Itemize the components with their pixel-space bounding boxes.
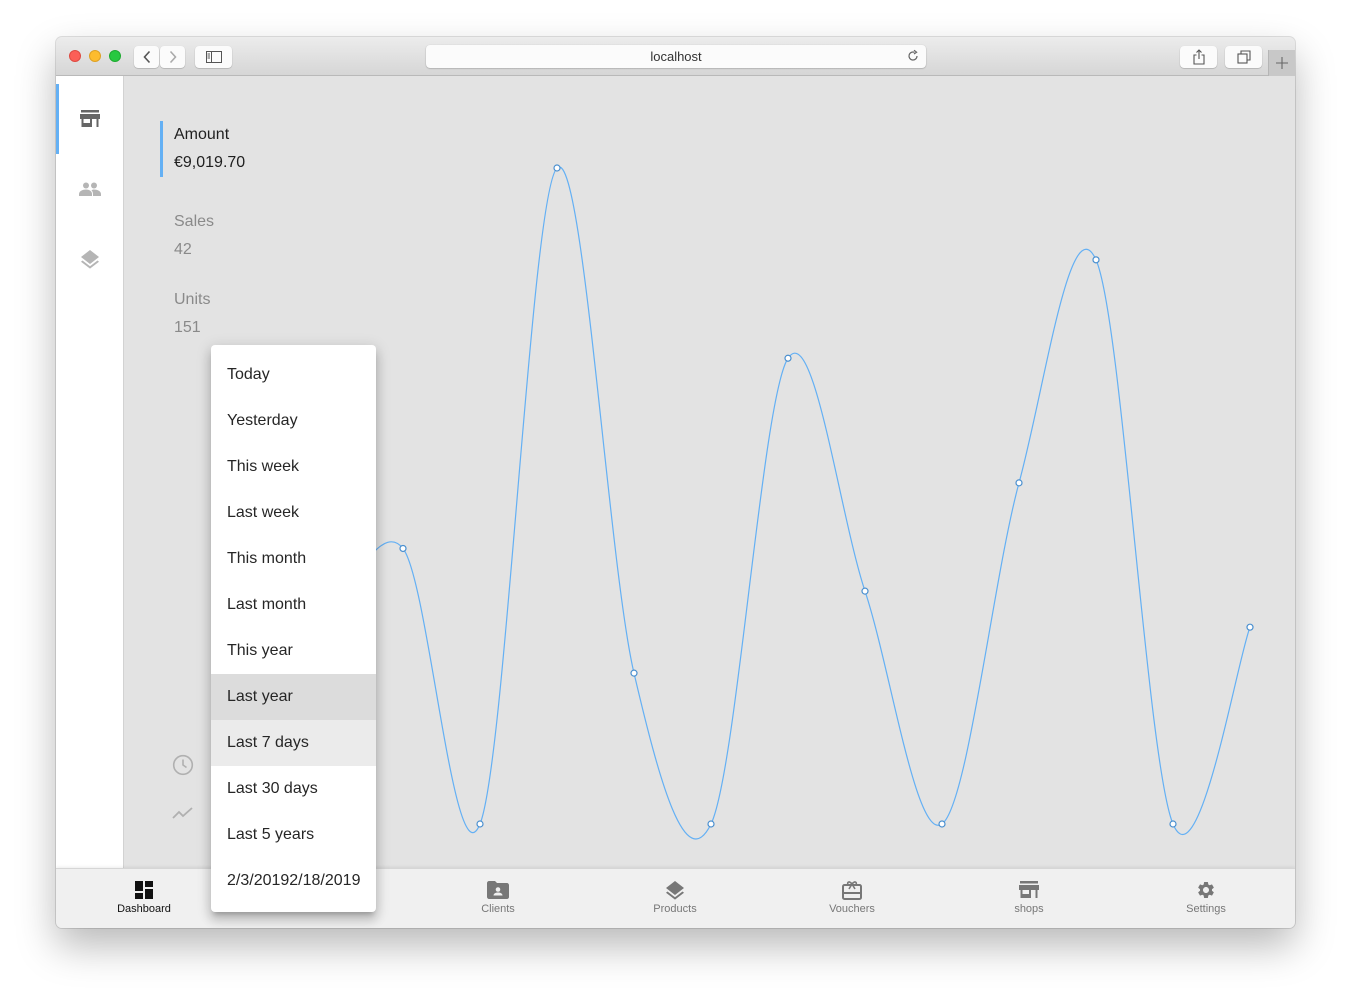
data-point[interactable] [1015,479,1023,487]
data-point[interactable] [784,354,792,362]
nav-label: Dashboard [117,903,171,915]
sidebar [56,76,124,868]
close-window-button[interactable] [69,50,81,62]
nav-shops[interactable]: shops [969,869,1089,928]
period-option[interactable]: 2/3/20192/18/2019 [211,858,376,904]
data-point[interactable] [861,587,869,595]
minimize-window-button[interactable] [89,50,101,62]
sidebar-item-shops[interactable] [56,84,123,154]
nav-settings[interactable]: Settings [1146,869,1266,928]
period-option[interactable]: Last 30 days [211,766,376,812]
period-option[interactable]: Last month [211,582,376,628]
data-point[interactable] [707,820,715,828]
trending-icon [172,807,193,819]
stat-amount[interactable]: Amount €9,019.70 [160,121,313,177]
data-point[interactable] [1246,623,1254,631]
nav-label: shops [1014,903,1044,915]
chart-type-button[interactable] [172,806,194,828]
nav-products[interactable]: Products [615,869,735,928]
voucher-icon [842,881,862,900]
reload-icon[interactable] [906,49,920,63]
people-icon [78,182,101,196]
stat-label: Units [174,291,211,308]
app-content: Amount €9,019.70 Sales 42 Units 151 Dash… [56,76,1295,928]
sidebar-item-products[interactable] [56,224,123,294]
stat-units[interactable]: Units 151 [160,286,310,342]
sidebar-item-clients[interactable] [56,154,123,224]
sidebar-icon [205,51,222,63]
tabs-icon [1236,50,1251,64]
forward-button[interactable] [160,46,185,68]
period-option[interactable]: Yesterday [211,398,376,444]
period-option[interactable]: Last year [211,674,376,720]
store-icon [79,110,100,127]
nav-label: Clients [481,903,515,915]
sidebar-toggle-button[interactable] [195,46,232,68]
chevron-left-icon [142,50,150,64]
nav-label: Vouchers [829,903,875,915]
plus-icon [1276,57,1288,69]
stat-sales[interactable]: Sales 42 [160,208,310,264]
tabs-overview-button[interactable] [1225,46,1262,68]
period-option[interactable]: Last week [211,490,376,536]
chevron-right-icon [169,50,177,64]
data-point[interactable] [1169,820,1177,828]
period-option[interactable]: Last 5 years [211,812,376,858]
stat-value: €9,019.70 [174,154,246,171]
layers-icon [666,881,684,900]
nav-label: Products [653,903,697,915]
period-picker-button[interactable] [172,754,194,776]
nav-clients[interactable]: Clients [438,869,558,928]
clock-icon [172,754,194,776]
browser-window: localhost Amount €9,019.70 Sales 42 Unit… [56,37,1295,928]
stat-label: Sales [174,213,215,230]
back-button[interactable] [134,46,159,68]
zoom-window-button[interactable] [109,50,121,62]
period-option[interactable]: This week [211,444,376,490]
address-bar[interactable]: localhost [426,45,926,68]
dashboard-icon [135,881,153,899]
store-icon [1019,881,1039,898]
stat-value: 42 [174,241,192,258]
period-option[interactable]: This year [211,628,376,674]
data-point[interactable] [399,544,407,553]
period-option[interactable]: Last 7 days [211,720,376,766]
nav-label: Settings [1186,903,1226,915]
data-point[interactable] [553,164,561,172]
period-dropdown-menu: Today Yesterday This week Last week This mon… [211,345,376,912]
layers-icon [80,250,99,269]
share-button[interactable] [1180,46,1217,68]
period-option[interactable]: This month [211,536,376,582]
period-option[interactable]: Today [211,352,376,398]
data-point[interactable] [1092,256,1100,264]
data-point[interactable] [938,820,946,828]
share-icon [1192,49,1205,65]
new-tab-button[interactable] [1268,50,1295,76]
title-bar: localhost [56,37,1295,76]
url-text: localhost [650,49,702,64]
stat-label: Amount [174,126,230,143]
nav-vouchers[interactable]: Vouchers [792,869,912,928]
data-point[interactable] [476,820,484,828]
gear-icon [1198,882,1214,898]
clients-folder-icon [487,881,509,899]
nav-dashboard[interactable]: Dashboard [84,869,204,928]
stat-value: 151 [174,319,201,336]
data-point[interactable] [630,669,638,677]
amount-series-line [325,166,1251,840]
